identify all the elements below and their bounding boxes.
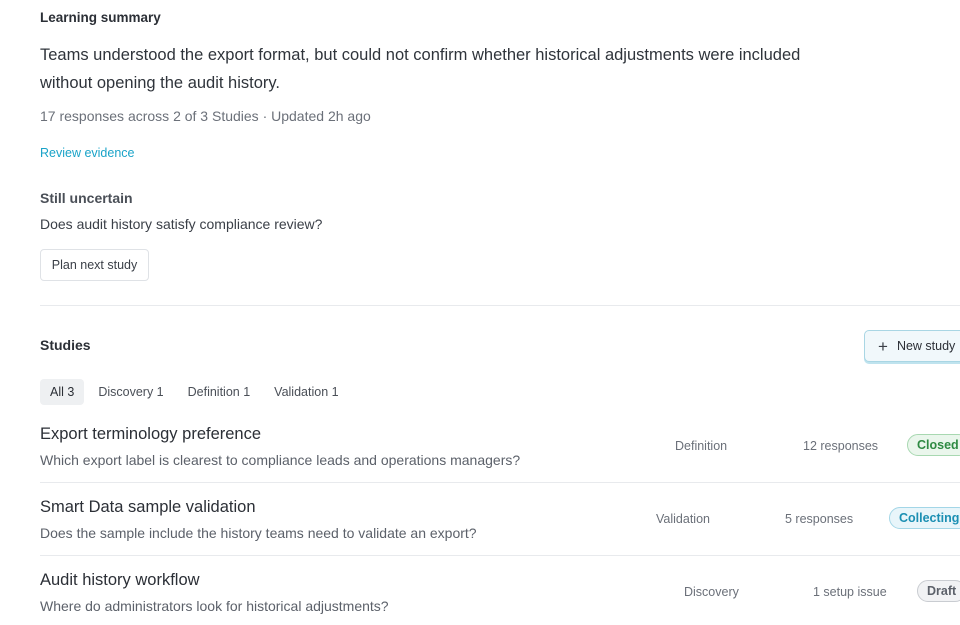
plan-next-study-button[interactable]: Plan next study xyxy=(40,249,149,281)
plus-icon: + xyxy=(878,336,888,356)
section-divider xyxy=(40,305,960,306)
status-badge: Closed xyxy=(907,434,960,456)
study-phase: Validation xyxy=(656,512,710,526)
learning-summary-meta: 17 responses across 2 of 3 Studies · Upd… xyxy=(40,108,371,124)
study-overview-page: Learning summary Teams understood the ex… xyxy=(0,0,960,625)
study-row[interactable]: Export terminology preference Which expo… xyxy=(40,421,960,494)
status-badge: Collecting xyxy=(889,507,960,529)
tab-all[interactable]: All 3 xyxy=(40,379,85,405)
study-title[interactable]: Smart Data sample validation xyxy=(40,498,256,517)
tab-definition[interactable]: Definition 1 xyxy=(178,379,261,405)
review-evidence-link[interactable]: Review evidence xyxy=(40,146,135,160)
row-divider xyxy=(40,555,960,556)
status-badge: Draft xyxy=(917,580,960,602)
study-title[interactable]: Audit history workflow xyxy=(40,571,200,590)
still-uncertain-heading: Still uncertain xyxy=(40,190,133,206)
learning-summary-body: Teams understood the export format, but … xyxy=(40,46,801,92)
study-response-count: 12 responses xyxy=(803,439,879,453)
tab-discovery[interactable]: Discovery 1 xyxy=(88,379,173,405)
study-filter-tabs: All 3 Discovery 1 Definition 1 Validatio… xyxy=(40,379,353,405)
still-uncertain-question: Does audit history satisfy compliance re… xyxy=(40,216,323,232)
study-row[interactable]: Smart Data sample validation Does the sa… xyxy=(40,494,960,567)
study-phase: Discovery xyxy=(684,585,739,599)
study-question: Where do administrators look for histori… xyxy=(40,598,389,614)
study-title[interactable]: Export terminology preference xyxy=(40,425,261,444)
studies-heading: Studies xyxy=(40,337,91,353)
study-response-count: 1 setup issue xyxy=(813,585,887,599)
row-divider xyxy=(40,482,960,483)
study-question: Which export label is clearest to compli… xyxy=(40,452,521,468)
study-row[interactable]: Audit history workflow Where do administ… xyxy=(40,567,960,625)
study-response-count: 5 responses xyxy=(785,512,854,526)
study-phase: Definition xyxy=(675,439,728,453)
new-study-label: New study xyxy=(896,339,956,353)
tab-validation[interactable]: Validation 1 xyxy=(264,379,348,405)
study-question: Does the sample include the history team… xyxy=(40,525,477,541)
learning-summary-heading: Learning summary xyxy=(40,10,161,25)
new-study-button[interactable]: + New study xyxy=(864,330,960,362)
